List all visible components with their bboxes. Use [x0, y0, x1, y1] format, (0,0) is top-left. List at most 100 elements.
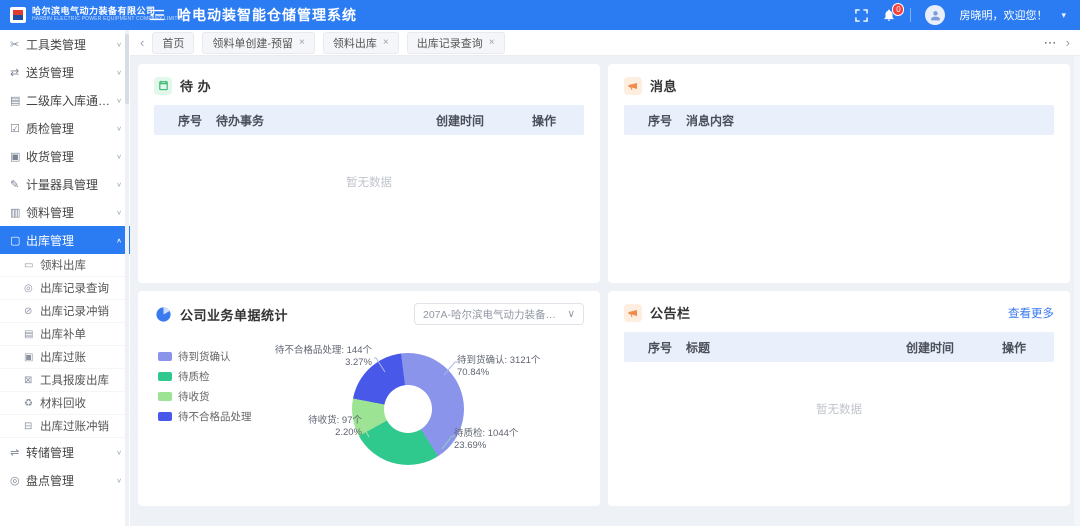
tabs-back-icon[interactable]: ‹: [140, 36, 144, 49]
notification-bell-icon[interactable]: 0: [882, 8, 896, 22]
message-table-header: 序号 消息内容: [624, 105, 1054, 135]
chevron-down-icon: ∨: [116, 96, 122, 103]
notice-panel-title: 公告栏: [650, 303, 691, 322]
message-panel: 消息 序号 消息内容: [608, 64, 1070, 283]
notice-empty-text: 暂无数据: [608, 401, 1070, 417]
megaphone-icon: [624, 77, 642, 95]
col-index: 序号: [154, 112, 216, 129]
sidebar-scrollbar[interactable]: [125, 30, 129, 526]
user-menu-chevron-icon[interactable]: ▾: [1061, 10, 1066, 21]
cancel-icon: ⊘: [24, 306, 40, 317]
sidebar-item-transfer[interactable]: ⇌ 转储管理 ∨: [0, 438, 130, 466]
megaphone-icon: [624, 304, 642, 322]
pie-chart-icon: [154, 305, 172, 323]
form-icon: ▤: [24, 329, 40, 340]
legend-item-unqualified[interactable]: 待不合格品处理: [158, 409, 252, 424]
sidebar-item-outbound[interactable]: ▢ 出库管理 ∧: [0, 226, 130, 254]
close-icon[interactable]: ×: [489, 38, 495, 48]
app-header: 哈尔滨电气动力装备有限公司 HARBIN ELECTRIC POWER EQUI…: [0, 0, 1080, 30]
label-receive: 待收货: 97个 2.20%: [262, 415, 362, 439]
checklist-icon: ☑: [10, 122, 26, 135]
sidebar-item-receiving[interactable]: ▣ 收货管理 ∨: [0, 142, 130, 170]
chevron-down-icon: ∨: [116, 180, 122, 187]
doc-icon: ▭: [24, 260, 40, 271]
submenu-item-outbound-posting[interactable]: ▣ 出库过账: [0, 346, 130, 369]
package-icon: ▣: [10, 150, 26, 163]
legend-swatch: [158, 352, 172, 361]
chevron-down-icon: ∨: [116, 152, 122, 159]
sidebar-item-tools[interactable]: ✂ 工具类管理 ∨: [0, 30, 130, 58]
submenu-item-tool-scrap-outbound[interactable]: ⊠ 工具报废出库: [0, 369, 130, 392]
chevron-up-icon: ∧: [116, 236, 122, 243]
fullscreen-icon[interactable]: [855, 9, 868, 22]
sidebar-item-l2-inbound-notice[interactable]: ▤ 二级库入库通知单 ∨: [0, 86, 130, 114]
close-icon[interactable]: ×: [383, 38, 389, 48]
company-logo-icon: [10, 7, 26, 23]
tabs-more-icon[interactable]: ⋯: [1044, 35, 1058, 51]
col-action: 操作: [532, 112, 584, 129]
outbound-icon: ▢: [10, 234, 26, 247]
col-index: 序号: [624, 339, 686, 356]
submenu-item-material-outbound[interactable]: ▭ 领料出库: [0, 254, 130, 277]
todo-panel: 待 办 序号 待办事务 创建时间 操作 暂无数据: [138, 64, 600, 283]
col-action: 操作: [1002, 339, 1054, 356]
submenu-item-outbound-posting-writeoff[interactable]: ⊟ 出库过账冲销: [0, 415, 130, 438]
user-greeting[interactable]: 房晓明，欢迎您！: [959, 7, 1047, 23]
ledger-icon: ▣: [24, 352, 40, 363]
legend-item-confirm[interactable]: 待到货确认: [158, 349, 252, 364]
recycle-icon: ♻: [24, 398, 40, 409]
chevron-down-icon: ∨: [116, 68, 122, 75]
tabs-forward-icon[interactable]: ›: [1066, 36, 1070, 49]
submenu-item-material-recycle[interactable]: ♻ 材料回收: [0, 392, 130, 415]
chevron-down-icon: ∨: [116, 40, 122, 47]
notice-table-header: 序号 标题 创建时间 操作: [624, 332, 1054, 362]
label-unqualified: 待不合格品处理: 144个 3.27%: [272, 345, 372, 369]
legend-item-receive[interactable]: 待收货: [158, 389, 252, 404]
chevron-down-icon: ∨: [116, 124, 122, 131]
tools-icon: ✂: [10, 38, 26, 51]
submenu-item-outbound-supplement[interactable]: ▤ 出库补单: [0, 323, 130, 346]
col-title: 标题: [686, 339, 906, 356]
writeoff-icon: ⊟: [24, 421, 40, 432]
tabbar: ‹ 首页 领料单创建-预留 × 领料出库 × 出库记录查询 × ⋯ ›: [130, 30, 1080, 56]
todo-icon: [154, 77, 172, 95]
system-title: 哈电动装智能仓储管理系统: [177, 5, 357, 25]
label-inspect: 待质检: 1044个 23.69%: [454, 428, 518, 452]
pencil-icon: ✎: [10, 178, 26, 191]
sidebar-item-stocktaking[interactable]: ◎ 盘点管理 ∨: [0, 466, 130, 494]
col-todo-item: 待办事务: [216, 112, 436, 129]
submenu-item-outbound-record-writeoff[interactable]: ⊘ 出库记录冲销: [0, 300, 130, 323]
company-logo: 哈尔滨电气动力装备有限公司 HARBIN ELECTRIC POWER EQUI…: [0, 7, 135, 23]
col-create-time: 创建时间: [436, 112, 532, 129]
sidebar: ✂ 工具类管理 ∨ ⇄ 送货管理 ∨ ▤ 二级库入库通知单 ∨ ☑ 质检管理 ∨…: [0, 30, 130, 526]
company-select[interactable]: 207A-哈尔滨电气动力装备有限公 ∨: [414, 303, 584, 325]
sidebar-item-delivery[interactable]: ⇄ 送货管理 ∨: [0, 58, 130, 86]
donut-chart: 待到货确认 待质检 待收货 待不合格品处理: [154, 331, 584, 497]
delivery-icon: ⇄: [10, 66, 26, 79]
transfer-icon: ⇌: [10, 446, 26, 459]
tab-home[interactable]: 首页: [152, 32, 194, 54]
tab-material-request-create[interactable]: 领料单创建-预留 ×: [202, 32, 315, 54]
donut-ring[interactable]: [352, 353, 464, 465]
main-scrollbar[interactable]: [1074, 30, 1080, 526]
submenu-item-outbound-record-query[interactable]: ◎ 出库记录查询: [0, 277, 130, 300]
outbound-submenu: ▭ 领料出库 ◎ 出库记录查询 ⊘ 出库记录冲销 ▤ 出库补单 ▣ 出库过账 ⊠…: [0, 254, 130, 438]
chevron-down-icon: ∨: [116, 476, 122, 483]
chevron-down-icon: ∨: [116, 448, 122, 455]
todo-empty-text: 暂无数据: [138, 174, 600, 190]
tab-material-outbound[interactable]: 领料出库 ×: [323, 32, 399, 54]
close-icon[interactable]: ×: [299, 38, 305, 48]
sidebar-item-measuring-tools[interactable]: ✎ 计量器具管理 ∨: [0, 170, 130, 198]
chevron-down-icon: ∨: [567, 308, 575, 320]
sidebar-item-quality[interactable]: ☑ 质检管理 ∨: [0, 114, 130, 142]
company-select-value: 207A-哈尔滨电气动力装备有限公: [423, 307, 561, 322]
tab-outbound-record-query[interactable]: 出库记录查询 ×: [407, 32, 505, 54]
todo-panel-title: 待 办: [180, 76, 211, 95]
sidebar-item-material-request[interactable]: ▥ 领料管理 ∨: [0, 198, 130, 226]
stats-panel-title: 公司业务单据统计: [180, 305, 288, 324]
view-more-link[interactable]: 查看更多: [1008, 305, 1054, 321]
user-avatar[interactable]: [925, 5, 945, 25]
search-icon: ◎: [24, 283, 40, 294]
legend-item-inspect[interactable]: 待质检: [158, 369, 252, 384]
legend-swatch: [158, 372, 172, 381]
